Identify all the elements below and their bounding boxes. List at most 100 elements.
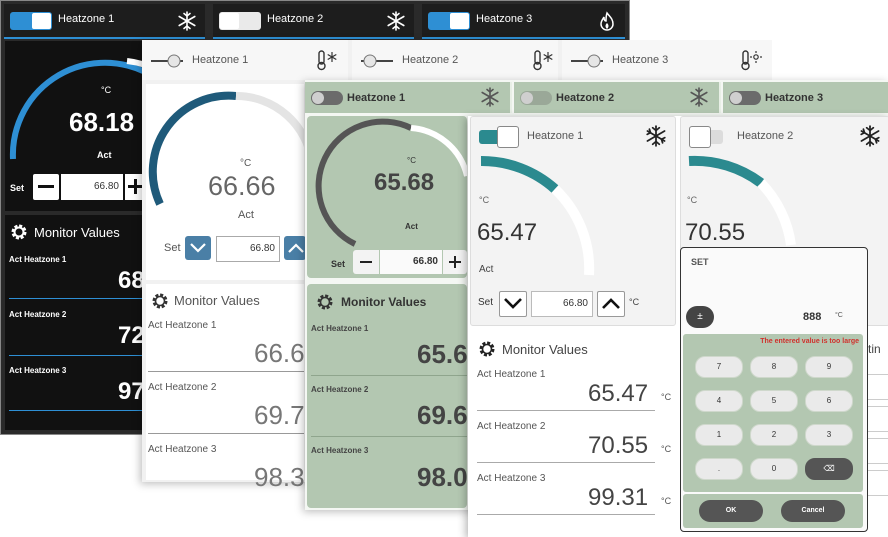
- heatzone-tab-2[interactable]: Heatzone 2: [352, 40, 558, 80]
- heatzone-label: Heatzone 1: [58, 13, 115, 25]
- dark-heatzone-panel: °C 68.18 Act Set 66.80: [5, 41, 143, 211]
- setpoint-input[interactable]: 66.80: [216, 236, 280, 262]
- error-message: The entered value is too large: [760, 338, 859, 345]
- heatzone-tab-1[interactable]: Heatzone 1: [142, 40, 348, 80]
- monitor-label: Act Heatzone 1: [477, 369, 546, 380]
- heatzone-1-toggle[interactable]: [311, 91, 343, 105]
- heatzone-2-toggle[interactable]: [219, 12, 261, 30]
- monitor-label: Act Heatzone 1: [9, 255, 67, 264]
- monitor-value: 66.6: [254, 338, 305, 368]
- increase-button[interactable]: [597, 291, 625, 317]
- divider: [477, 410, 655, 411]
- heatzone-tab-1[interactable]: Heatzone 1: [4, 4, 205, 39]
- monitor-label: Act Heatzone 3: [311, 446, 369, 455]
- monitor-label: Act Heatzone 1: [311, 324, 369, 333]
- decrease-button[interactable]: [185, 236, 211, 260]
- monitor-label: Act Heatzone 3: [477, 473, 546, 484]
- monitor-value: 70.55: [588, 432, 649, 459]
- heatzone-label: Heatzone 1: [192, 54, 249, 66]
- heatzone-label: Heatzone 2: [402, 54, 459, 66]
- monitor-value: 98.0: [417, 462, 468, 492]
- key-4[interactable]: 4: [695, 390, 743, 412]
- key-0[interactable]: 0: [750, 458, 798, 480]
- sign-toggle-button[interactable]: ±: [686, 306, 714, 328]
- heatzone-1-toggle[interactable]: [10, 12, 52, 30]
- heatzone-tab-2[interactable]: Heatzone 2: [514, 82, 721, 113]
- key-9[interactable]: 9: [805, 356, 853, 378]
- monitor-value: 97: [118, 378, 145, 405]
- gear-icon: [477, 339, 497, 364]
- heatzone-2-toggle[interactable]: [520, 91, 552, 105]
- key-5[interactable]: 5: [750, 390, 798, 412]
- green-monitor-values: Monitor Values Act Heatzone 1 65.6 Act H…: [307, 284, 468, 508]
- setpoint-input[interactable]: 66.80: [380, 250, 442, 274]
- increase-button[interactable]: [284, 236, 306, 260]
- snowflake-icon: [689, 87, 709, 107]
- heatzone-tab-1[interactable]: Heatzone 1: [305, 82, 512, 113]
- setpoint-input[interactable]: 66.80: [531, 291, 593, 317]
- heatzone-label: Heatzone 2: [556, 92, 615, 104]
- unit-label: °C: [240, 158, 252, 169]
- monitor-title: Monitor Values: [34, 225, 120, 240]
- monitor-label: Act Heatzone 3: [9, 366, 67, 375]
- key-decimal[interactable]: .: [695, 458, 743, 480]
- key-6[interactable]: 6: [805, 390, 853, 412]
- unit-label: °C: [407, 156, 416, 165]
- temperature-gauge: [480, 155, 595, 276]
- snowflake-icon: [386, 11, 406, 31]
- slider-toggle-icon[interactable]: [360, 54, 394, 73]
- light-monitor-values: Monitor Values Act Heatzone 1 66.6 Act H…: [146, 284, 305, 492]
- increase-button[interactable]: [443, 250, 467, 274]
- set-label: Set: [10, 183, 25, 193]
- key-1[interactable]: 1: [695, 424, 743, 446]
- heatzone-tab-3[interactable]: Heatzone 3: [723, 82, 888, 113]
- thermometer-snow-icon: [530, 49, 554, 71]
- divider: [148, 433, 304, 434]
- decrease-button[interactable]: [499, 291, 527, 317]
- key-7[interactable]: 7: [695, 356, 743, 378]
- dialog-title: SET: [691, 257, 709, 267]
- monitor-value: 69.7: [254, 400, 305, 430]
- slider-toggle-icon[interactable]: [150, 54, 184, 73]
- actual-temperature: 65.47: [477, 219, 538, 246]
- backspace-key[interactable]: ⌫: [805, 458, 853, 480]
- monitor-label: Act Heatzone 3: [148, 444, 217, 455]
- decrease-button[interactable]: [33, 174, 59, 200]
- actual-temperature: 65.68: [374, 169, 435, 196]
- key-8[interactable]: 8: [750, 356, 798, 378]
- monitor-value: 69.6: [417, 400, 468, 430]
- heatzone-tab-3[interactable]: Heatzone 3: [422, 4, 625, 39]
- snowflake-icon: [177, 11, 197, 31]
- monitor-label: Act Heatzone 2: [9, 310, 67, 319]
- decrease-button[interactable]: [353, 250, 379, 274]
- monitor-value: 65.47: [588, 380, 649, 407]
- gear-icon: [150, 291, 170, 316]
- unit-label: °C: [101, 85, 112, 95]
- heatzone-label: Heatzone 3: [476, 13, 533, 25]
- ok-button[interactable]: OK: [699, 500, 763, 522]
- divider: [311, 436, 467, 437]
- monitor-title: Monitor Values: [502, 342, 588, 357]
- monitor-title: Monitor Values: [174, 293, 260, 308]
- unit-label: °C: [661, 444, 672, 454]
- heatzone-3-toggle[interactable]: [428, 12, 470, 30]
- key-3[interactable]: 3: [805, 424, 853, 446]
- monitor-value: 98.3: [254, 462, 305, 492]
- act-label: Act: [97, 150, 112, 160]
- cancel-button[interactable]: Cancel: [781, 500, 845, 522]
- unit-label: °C: [687, 195, 698, 205]
- heatzone-card-1: Heatzone 1 °C 65.47 Act Set 66.80 °C: [470, 116, 676, 326]
- heatzone-3-toggle[interactable]: [729, 91, 761, 105]
- unit-label: °C: [661, 392, 672, 402]
- divider: [9, 298, 143, 299]
- divider: [477, 514, 655, 515]
- dialog-actions: OK Cancel: [683, 494, 863, 528]
- heatzone-tab-2[interactable]: Heatzone 2: [213, 4, 414, 39]
- key-2[interactable]: 2: [750, 424, 798, 446]
- temperature-gauge: [9, 58, 143, 160]
- unit-label: °C: [479, 195, 490, 205]
- increase-button[interactable]: [125, 174, 143, 200]
- setpoint-input[interactable]: 66.80: [61, 174, 123, 200]
- slider-toggle-icon[interactable]: [570, 54, 604, 73]
- monitor-value: 99.31: [588, 484, 649, 511]
